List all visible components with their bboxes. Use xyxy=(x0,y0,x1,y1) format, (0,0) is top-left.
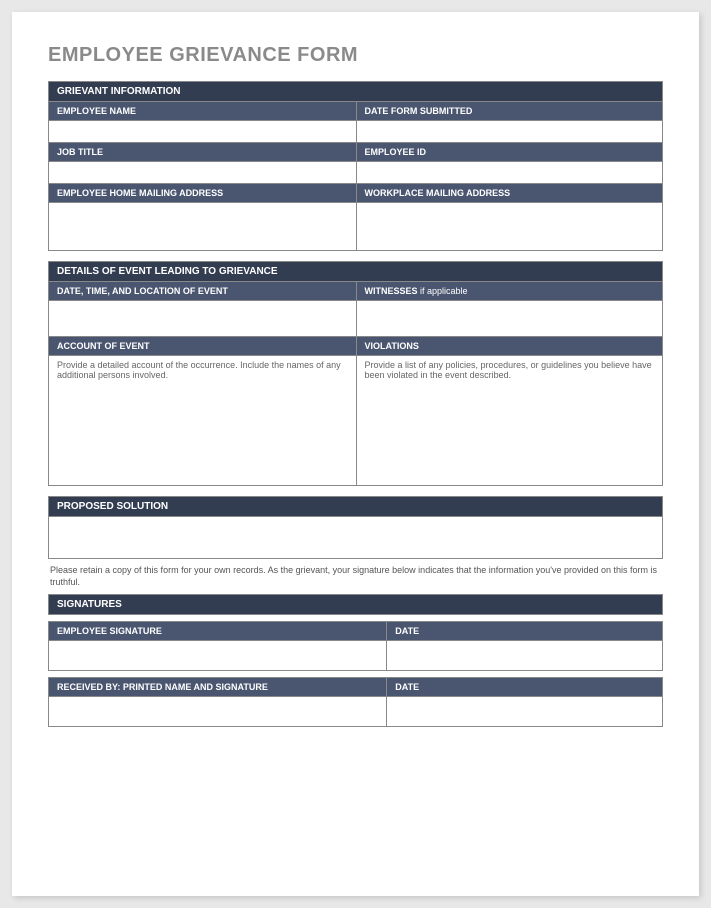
label-home-address: EMPLOYEE HOME MAILING ADDRESS xyxy=(48,184,356,203)
input-employee-name[interactable] xyxy=(48,121,356,143)
input-proposed-solution[interactable] xyxy=(48,517,663,559)
value-row-account-violations: Provide a detailed account of the occurr… xyxy=(48,356,663,486)
value-row-addresses xyxy=(48,203,663,251)
input-received-by[interactable] xyxy=(48,697,386,727)
disclaimer-note: Please retain a copy of this form for yo… xyxy=(48,559,663,594)
row-datetime-witnesses: DATE, TIME, AND LOCATION OF EVENT WITNES… xyxy=(48,282,663,301)
value-row-jobtitle-empid xyxy=(48,162,663,184)
form-page: EMPLOYEE GRIEVANCE FORM GRIEVANT INFORMA… xyxy=(12,12,699,896)
label-date-time-location: DATE, TIME, AND LOCATION OF EVENT xyxy=(48,282,356,301)
label-signature-date: DATE xyxy=(386,621,663,641)
input-date-submitted[interactable] xyxy=(356,121,664,143)
input-violations[interactable]: Provide a list of any policies, procedur… xyxy=(356,356,664,486)
value-row-datetime-witnesses xyxy=(48,301,663,337)
section-header-signatures: SIGNATURES xyxy=(48,594,663,615)
input-home-address[interactable] xyxy=(48,203,356,251)
row-account-violations: ACCOUNT OF EVENT VIOLATIONS xyxy=(48,337,663,356)
value-row-received-by xyxy=(48,697,663,727)
label-witnesses: WITNESSES if applicable xyxy=(356,282,664,301)
label-job-title: JOB TITLE xyxy=(48,143,356,162)
input-workplace-address[interactable] xyxy=(356,203,664,251)
label-employee-signature: EMPLOYEE SIGNATURE xyxy=(48,621,386,641)
label-received-date: DATE xyxy=(386,677,663,697)
section-header-grievant: GRIEVANT INFORMATION xyxy=(48,81,663,102)
label-employee-name: EMPLOYEE NAME xyxy=(48,102,356,121)
label-violations: VIOLATIONS xyxy=(356,337,664,356)
section-header-proposed: PROPOSED SOLUTION xyxy=(48,496,663,517)
input-signature-date[interactable] xyxy=(386,641,663,671)
label-account-of-event: ACCOUNT OF EVENT xyxy=(48,337,356,356)
label-workplace-address: WORKPLACE MAILING ADDRESS xyxy=(356,184,664,203)
row-jobtitle-empid: JOB TITLE EMPLOYEE ID xyxy=(48,143,663,162)
value-row-employee-signature xyxy=(48,641,663,671)
row-employee-signature: EMPLOYEE SIGNATURE DATE xyxy=(48,621,663,641)
row-employee-name-date: EMPLOYEE NAME DATE FORM SUBMITTED xyxy=(48,102,663,121)
input-account-of-event[interactable]: Provide a detailed account of the occurr… xyxy=(48,356,356,486)
section-header-details: DETAILS OF EVENT LEADING TO GRIEVANCE xyxy=(48,261,663,282)
row-addresses: EMPLOYEE HOME MAILING ADDRESS WORKPLACE … xyxy=(48,184,663,203)
input-received-date[interactable] xyxy=(386,697,663,727)
input-employee-signature[interactable] xyxy=(48,641,386,671)
label-received-by: RECEIVED BY: PRINTED NAME AND SIGNATURE xyxy=(48,677,386,697)
form-title: EMPLOYEE GRIEVANCE FORM xyxy=(48,44,663,67)
row-received-by: RECEIVED BY: PRINTED NAME AND SIGNATURE … xyxy=(48,677,663,697)
input-employee-id[interactable] xyxy=(356,162,664,184)
input-date-time-location[interactable] xyxy=(48,301,356,337)
input-job-title[interactable] xyxy=(48,162,356,184)
value-row-employee-name-date xyxy=(48,121,663,143)
label-employee-id: EMPLOYEE ID xyxy=(356,143,664,162)
input-witnesses[interactable] xyxy=(356,301,664,337)
label-date-submitted: DATE FORM SUBMITTED xyxy=(356,102,664,121)
